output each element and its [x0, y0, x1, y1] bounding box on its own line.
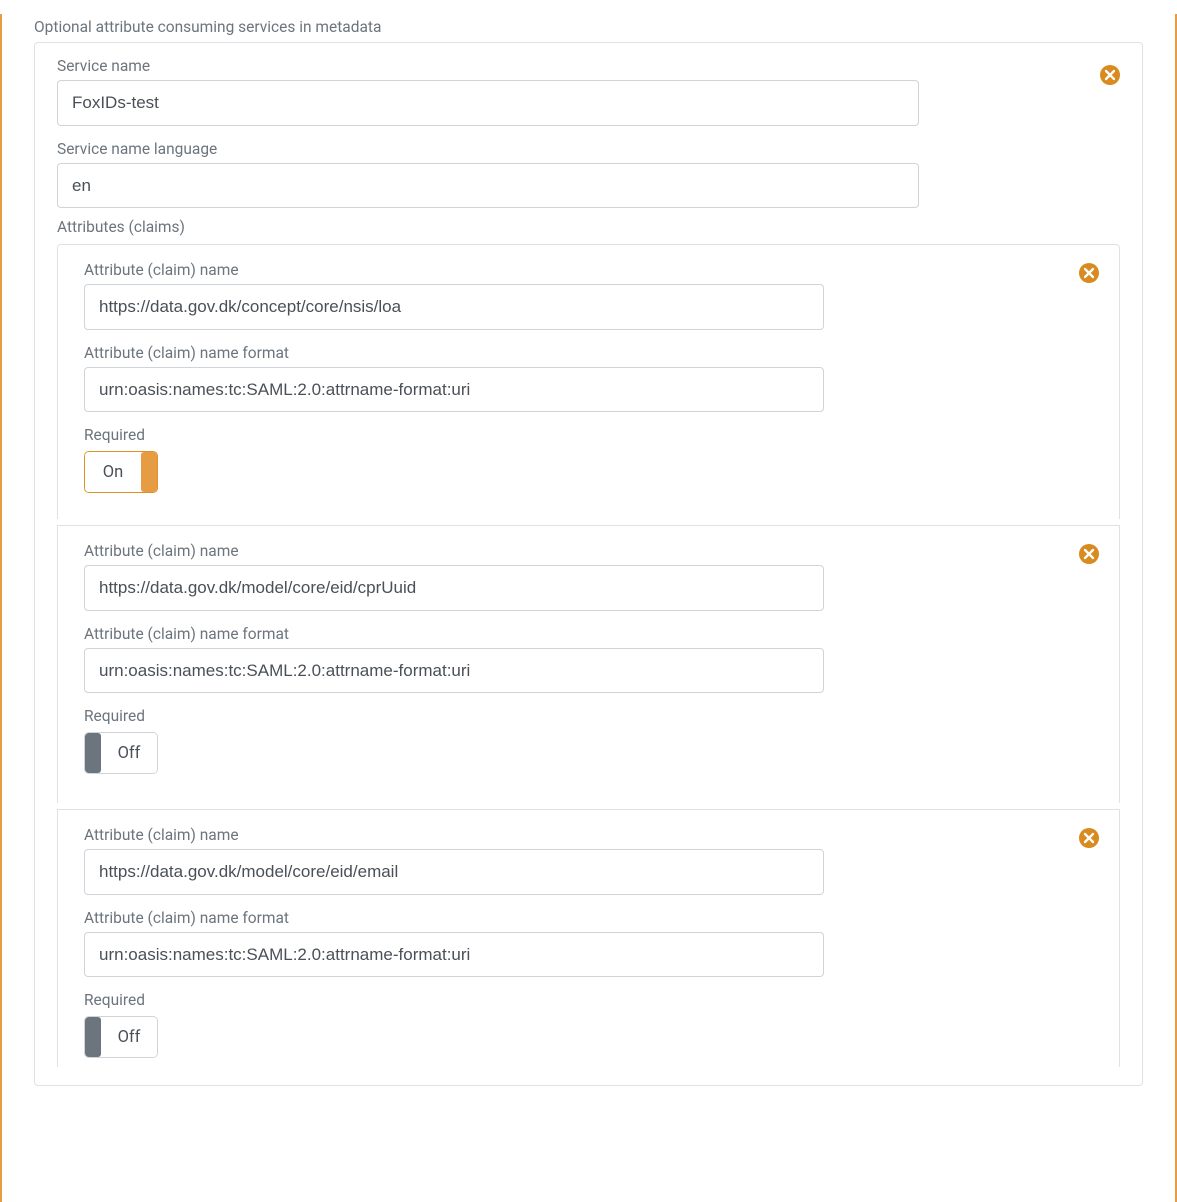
attr-name-input[interactable]	[84, 284, 824, 330]
attributes-header: Attributes (claims)	[57, 208, 1062, 238]
remove-attribute-button[interactable]	[1079, 544, 1099, 564]
required-label: Required	[84, 707, 1093, 725]
toggle-label-off: Off	[101, 1017, 157, 1057]
remove-attribute-button[interactable]	[1079, 263, 1099, 283]
remove-attribute-button[interactable]	[1079, 828, 1099, 848]
attr-name-input[interactable]	[84, 849, 824, 895]
attribute-block: Attribute (claim) name Attribute (claim)…	[57, 244, 1120, 519]
remove-service-button[interactable]	[1100, 65, 1120, 85]
attr-format-input[interactable]	[84, 648, 824, 694]
service-panel: Service name Service name language Attri…	[34, 42, 1143, 1086]
attr-format-label: Attribute (claim) name format	[84, 625, 1093, 643]
attr-format-label: Attribute (claim) name format	[84, 344, 1093, 362]
required-toggle[interactable]: Off	[84, 732, 158, 774]
attr-format-input[interactable]	[84, 367, 824, 413]
required-toggle[interactable]: Off	[84, 1016, 158, 1058]
close-icon	[1083, 832, 1095, 844]
attribute-block: Attribute (claim) name Attribute (claim)…	[57, 809, 1120, 1067]
required-label: Required	[84, 991, 1093, 1009]
service-name-input[interactable]	[57, 80, 919, 126]
attr-name-label: Attribute (claim) name	[84, 826, 1093, 844]
attr-name-input[interactable]	[84, 565, 824, 611]
attr-format-input[interactable]	[84, 932, 824, 978]
attr-name-label: Attribute (claim) name	[84, 261, 1093, 279]
service-lang-input[interactable]	[57, 163, 919, 209]
required-toggle[interactable]: On	[84, 451, 158, 493]
close-icon	[1083, 548, 1095, 560]
service-name-label: Service name	[57, 57, 1062, 75]
toggle-label-off: Off	[101, 733, 157, 773]
toggle-knob	[141, 452, 157, 492]
section-title: Optional attribute consuming services in…	[34, 14, 1143, 42]
service-lang-label: Service name language	[57, 140, 1062, 158]
required-label: Required	[84, 426, 1093, 444]
attr-format-label: Attribute (claim) name format	[84, 909, 1093, 927]
close-icon	[1083, 267, 1095, 279]
attr-name-label: Attribute (claim) name	[84, 542, 1093, 560]
toggle-knob	[85, 1017, 101, 1057]
close-icon	[1104, 69, 1116, 81]
toggle-knob	[85, 733, 101, 773]
toggle-label-on: On	[85, 452, 141, 492]
attribute-block: Attribute (claim) name Attribute (claim)…	[57, 525, 1120, 803]
